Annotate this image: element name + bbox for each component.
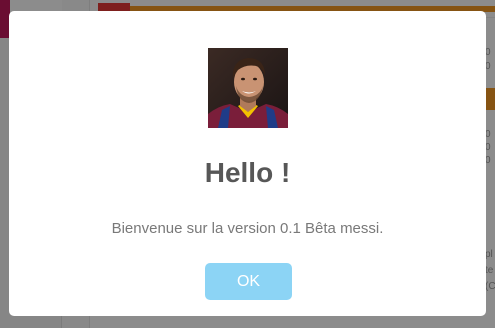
dialog-message: Bienvenue sur la version 0.1 Bêta messi. (111, 220, 384, 237)
welcome-dialog: Hello ! Bienvenue sur la version 0.1 Bêt… (9, 11, 486, 316)
ok-button[interactable]: OK (205, 263, 292, 300)
app-page: 0 0 0 0 0 pl te (C Hello ! Bienvenue sur… (0, 0, 495, 328)
avatar (208, 48, 288, 128)
avatar-photo-icon (208, 48, 288, 128)
dialog-title: Hello ! (204, 157, 291, 188)
